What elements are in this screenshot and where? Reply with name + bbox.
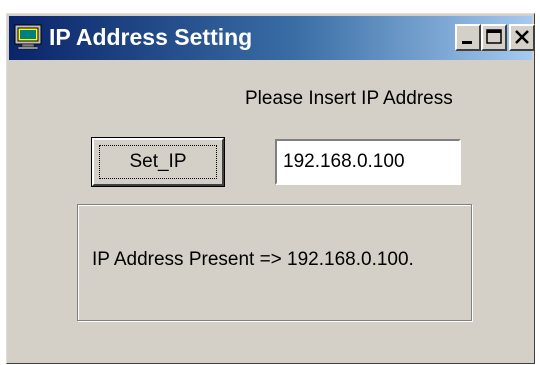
ip-address-input[interactable] bbox=[275, 139, 461, 185]
window-title: IP Address Setting bbox=[49, 24, 253, 50]
ip-status-text: IP Address Present => 192.168.0.100. bbox=[92, 249, 414, 270]
focus-rectangle bbox=[99, 145, 217, 179]
minimize-button[interactable] bbox=[455, 24, 481, 51]
title-bar[interactable]: IP Address Setting bbox=[9, 16, 535, 60]
close-button[interactable] bbox=[509, 24, 535, 51]
ip-address-setting-window: IP Address Setting Please Insert IP Addr… bbox=[6, 13, 535, 364]
computer-monitor-icon bbox=[14, 24, 42, 50]
status-panel: IP Address Present => 192.168.0.100. bbox=[77, 204, 472, 321]
ip-prompt-label: Please Insert IP Address bbox=[245, 88, 453, 109]
set-ip-button[interactable]: Set_IP bbox=[92, 138, 224, 186]
maximize-button[interactable] bbox=[481, 24, 507, 51]
